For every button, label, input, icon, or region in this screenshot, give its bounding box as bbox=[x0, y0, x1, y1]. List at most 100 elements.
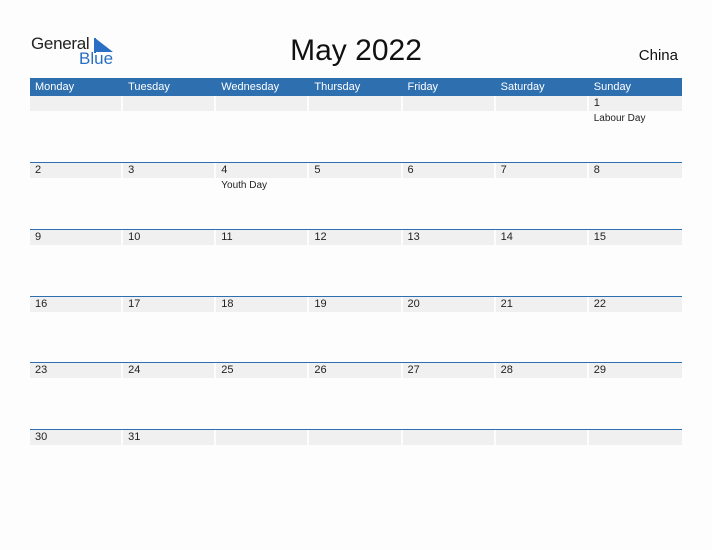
date-band bbox=[588, 430, 682, 446]
weekday-wednesday: Wednesday bbox=[221, 81, 280, 93]
day-number: 10 bbox=[128, 230, 141, 243]
day-cell[interactable] bbox=[309, 430, 402, 496]
week-row: 30 31 bbox=[30, 429, 682, 496]
day-cell[interactable]: 11 bbox=[216, 229, 309, 296]
day-cell[interactable]: 8 bbox=[588, 163, 682, 229]
day-cell[interactable]: 7 bbox=[495, 163, 589, 229]
day-cell[interactable]: 26 bbox=[309, 363, 402, 429]
day-number: 28 bbox=[500, 364, 513, 377]
day-cell[interactable]: 24 bbox=[123, 363, 216, 429]
day-cell[interactable]: 23 bbox=[30, 363, 123, 429]
day-number: 1 bbox=[593, 97, 600, 109]
day-number: 14 bbox=[500, 230, 513, 243]
day-cell[interactable]: 10 bbox=[123, 229, 216, 296]
day-cell[interactable]: 21 bbox=[495, 296, 589, 363]
day-number: 23 bbox=[35, 364, 48, 377]
week-row: 1 Labour Day bbox=[30, 96, 682, 162]
weekday-friday: Friday bbox=[407, 81, 439, 93]
day-number: 12 bbox=[314, 230, 327, 243]
day-number: 27 bbox=[407, 364, 420, 377]
date-band bbox=[123, 96, 215, 111]
day-cell[interactable]: 28 bbox=[495, 363, 589, 429]
date-band bbox=[309, 163, 401, 178]
weekday-tuesday: Tuesday bbox=[128, 81, 170, 93]
day-cell[interactable]: 15 bbox=[588, 229, 682, 296]
day-cell[interactable] bbox=[216, 96, 309, 162]
calendar-grid: Monday Tuesday Wednesday Thursday Friday… bbox=[30, 78, 682, 496]
date-band bbox=[30, 229, 122, 245]
day-cell[interactable]: 30 bbox=[30, 430, 123, 496]
country-label: China bbox=[638, 47, 678, 64]
day-cell[interactable]: 3 bbox=[123, 163, 216, 229]
day-cell[interactable] bbox=[216, 430, 309, 496]
day-cell[interactable]: 9 bbox=[30, 229, 123, 296]
day-number: 5 bbox=[314, 164, 321, 176]
day-cell[interactable]: 2 bbox=[30, 163, 123, 229]
day-number: 4 bbox=[221, 164, 228, 176]
day-cell[interactable] bbox=[495, 430, 589, 496]
day-cell[interactable] bbox=[402, 430, 496, 496]
day-cell[interactable]: 17 bbox=[123, 296, 216, 363]
date-band bbox=[495, 430, 587, 446]
day-cell[interactable] bbox=[495, 96, 589, 162]
date-band bbox=[402, 96, 494, 111]
day-cell[interactable]: 16 bbox=[30, 296, 123, 363]
date-band bbox=[588, 96, 682, 111]
day-cell[interactable]: 27 bbox=[402, 363, 496, 429]
date-band bbox=[30, 96, 122, 111]
day-cell[interactable] bbox=[30, 96, 123, 162]
day-number: 20 bbox=[407, 297, 420, 310]
day-cell[interactable]: 12 bbox=[309, 229, 402, 296]
day-number: 19 bbox=[314, 297, 327, 310]
weekday-thursday: Thursday bbox=[314, 81, 361, 93]
day-cell[interactable]: 31 bbox=[123, 430, 216, 496]
week-row: 23 24 25 26 27 28 29 bbox=[30, 362, 682, 429]
day-number: 26 bbox=[314, 364, 327, 377]
day-number: 22 bbox=[593, 297, 606, 310]
day-number: 2 bbox=[35, 164, 42, 176]
weekday-header: Monday Tuesday Wednesday Thursday Friday… bbox=[30, 78, 682, 96]
day-cell[interactable]: 6 bbox=[402, 163, 496, 229]
date-band bbox=[495, 96, 587, 111]
day-cell[interactable]: 19 bbox=[309, 296, 402, 363]
day-number: 15 bbox=[593, 230, 606, 243]
day-cell[interactable]: 29 bbox=[588, 363, 682, 429]
date-band bbox=[309, 96, 401, 111]
day-cell[interactable] bbox=[588, 430, 682, 496]
day-number: 11 bbox=[221, 230, 233, 243]
day-cell[interactable]: 22 bbox=[588, 296, 682, 363]
holiday-label: Youth Day bbox=[221, 180, 268, 191]
day-number: 21 bbox=[500, 297, 513, 310]
day-cell[interactable]: 14 bbox=[495, 229, 589, 296]
day-cell[interactable]: 5 bbox=[309, 163, 402, 229]
holiday-label: Labour Day bbox=[593, 113, 646, 124]
date-band bbox=[588, 163, 682, 178]
day-cell[interactable]: 1 Labour Day bbox=[588, 96, 682, 162]
day-cell[interactable]: 25 bbox=[216, 363, 309, 429]
date-band bbox=[402, 163, 494, 178]
day-cell[interactable] bbox=[309, 96, 402, 162]
day-number: 16 bbox=[35, 297, 48, 310]
day-number: 6 bbox=[407, 164, 414, 176]
day-number: 30 bbox=[35, 431, 48, 444]
calendar-title: May 2022 bbox=[290, 34, 422, 67]
day-number: 18 bbox=[221, 297, 234, 310]
day-number: 13 bbox=[407, 230, 420, 243]
date-band bbox=[216, 430, 308, 446]
weekday-sunday: Sunday bbox=[593, 81, 632, 93]
day-cell[interactable]: 13 bbox=[402, 229, 496, 296]
date-band bbox=[309, 430, 401, 446]
date-band bbox=[495, 163, 587, 178]
week-row: 16 17 18 19 20 21 22 bbox=[30, 295, 682, 363]
day-cell[interactable]: 20 bbox=[402, 296, 496, 363]
weekday-monday: Monday bbox=[35, 81, 75, 93]
day-cell[interactable]: 4 Youth Day bbox=[216, 163, 309, 229]
date-band bbox=[402, 430, 494, 446]
day-number: 25 bbox=[221, 364, 234, 377]
day-number: 31 bbox=[128, 431, 141, 444]
day-cell[interactable]: 18 bbox=[216, 296, 309, 363]
week-row: 9 10 11 12 13 14 15 bbox=[30, 228, 682, 296]
day-cell[interactable] bbox=[123, 96, 216, 162]
day-cell[interactable] bbox=[402, 96, 496, 162]
day-number: 9 bbox=[35, 230, 42, 243]
